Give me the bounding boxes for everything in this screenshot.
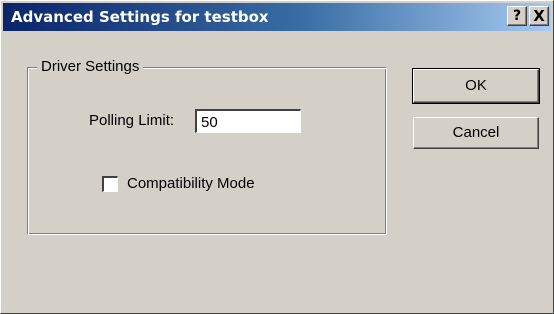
help-button[interactable]: ? xyxy=(507,6,527,26)
compatibility-mode-checkbox[interactable] xyxy=(102,176,118,192)
cancel-button[interactable]: Cancel xyxy=(413,117,539,149)
help-icon: ? xyxy=(512,8,522,24)
compatibility-mode-label[interactable]: Compatibility Mode xyxy=(127,174,255,194)
close-button[interactable]: X xyxy=(529,6,549,26)
close-icon: X xyxy=(533,7,545,25)
window-title: Advanced Settings for testbox xyxy=(11,8,269,26)
driver-settings-groupbox xyxy=(27,67,387,235)
polling-limit-input[interactable] xyxy=(195,109,301,133)
title-bar[interactable]: Advanced Settings for testbox ? X xyxy=(3,3,551,31)
advanced-settings-dialog: Advanced Settings for testbox ? X Driver… xyxy=(0,0,554,314)
ok-button[interactable]: OK xyxy=(412,68,540,104)
driver-settings-group-label: Driver Settings xyxy=(37,57,144,77)
polling-limit-label: Polling Limit: xyxy=(89,112,175,129)
